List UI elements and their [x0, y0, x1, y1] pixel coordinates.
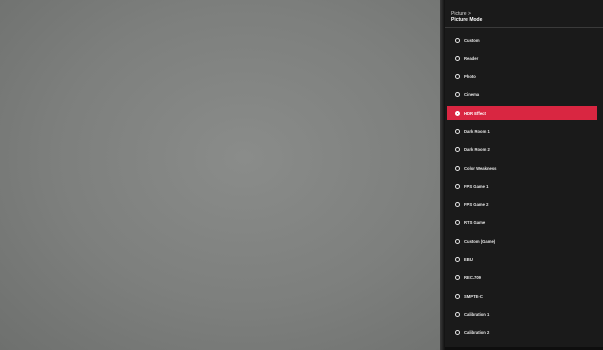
- option-fps-game-1[interactable]: FPS Game 1: [445, 179, 603, 193]
- menu-header: Picture > Picture Mode: [451, 11, 482, 23]
- option-label: Dark Room 1: [464, 128, 490, 134]
- display-content-area: [0, 0, 444, 350]
- radio-circle-icon: [455, 220, 460, 226]
- option-label: Dark Room 2: [464, 147, 490, 153]
- option-label: SMPTE-C: [464, 293, 483, 299]
- header-divider: [445, 27, 603, 28]
- option-custom[interactable]: Custom: [445, 33, 603, 47]
- radio-circle-icon: [455, 92, 460, 98]
- radio-circle-icon: [455, 330, 460, 336]
- option-label: Color Weakness: [464, 165, 497, 171]
- option-rec709[interactable]: REC.709: [445, 271, 603, 285]
- option-photo[interactable]: Photo: [445, 70, 603, 84]
- radio-circle-icon: [455, 183, 460, 189]
- radio-circle-icon: [455, 275, 460, 281]
- radio-circle-icon: [455, 293, 460, 299]
- option-label: Custom (Game): [464, 238, 496, 244]
- radio-circle-icon: [455, 238, 460, 244]
- option-label: FPS Game 2: [464, 202, 489, 208]
- option-reader[interactable]: Reader: [445, 51, 603, 65]
- option-ebu[interactable]: EBU: [445, 253, 603, 267]
- radio-circle-icon: [455, 311, 460, 317]
- radio-circle-icon: [455, 37, 460, 43]
- option-label: HDR Effect: [464, 110, 486, 116]
- option-hdr-effect[interactable]: HDR Effect: [447, 106, 597, 121]
- picture-mode-list: Custom Reader Photo Cinema HDR Effect Da…: [445, 33, 603, 344]
- page-title: Picture Mode: [451, 17, 483, 23]
- option-custom-game[interactable]: Custom (Game): [445, 234, 603, 248]
- option-label: Photo: [464, 74, 476, 80]
- option-calibration-2[interactable]: Calibration 2: [445, 326, 603, 340]
- option-label: Calibration 1: [464, 311, 490, 317]
- monitor-screen: Picture > Picture Mode Custom Reader Pho…: [0, 0, 603, 350]
- option-label: Custom: [464, 37, 480, 43]
- radio-circle-icon: [455, 202, 460, 208]
- radio-circle-icon: [455, 55, 460, 61]
- option-calibration-1[interactable]: Calibration 1: [445, 307, 603, 321]
- option-label: RTS Game: [464, 220, 486, 226]
- option-label: Cinema: [464, 92, 480, 98]
- option-cinema[interactable]: Cinema: [445, 88, 603, 102]
- option-label: FPS Game 1: [464, 183, 489, 189]
- osd-menu-panel: Picture > Picture Mode Custom Reader Pho…: [445, 0, 603, 350]
- option-label: Reader: [464, 55, 479, 61]
- radio-circle-icon: [455, 74, 460, 80]
- radio-circle-icon: [455, 165, 460, 171]
- radio-circle-icon: [455, 257, 460, 263]
- radio-selected-icon: [455, 110, 460, 116]
- option-label: REC.709: [464, 275, 481, 281]
- option-smpte-c[interactable]: SMPTE-C: [445, 289, 603, 303]
- option-dark-room-2[interactable]: Dark Room 2: [445, 143, 603, 157]
- option-label: EBU: [464, 257, 473, 263]
- option-dark-room-1[interactable]: Dark Room 1: [445, 124, 603, 138]
- radio-circle-icon: [455, 128, 460, 134]
- option-fps-game-2[interactable]: FPS Game 2: [445, 198, 603, 212]
- option-rts-game[interactable]: RTS Game: [445, 216, 603, 230]
- option-label: Calibration 2: [464, 330, 490, 336]
- option-color-weakness[interactable]: Color Weakness: [445, 161, 603, 175]
- radio-circle-icon: [455, 147, 460, 153]
